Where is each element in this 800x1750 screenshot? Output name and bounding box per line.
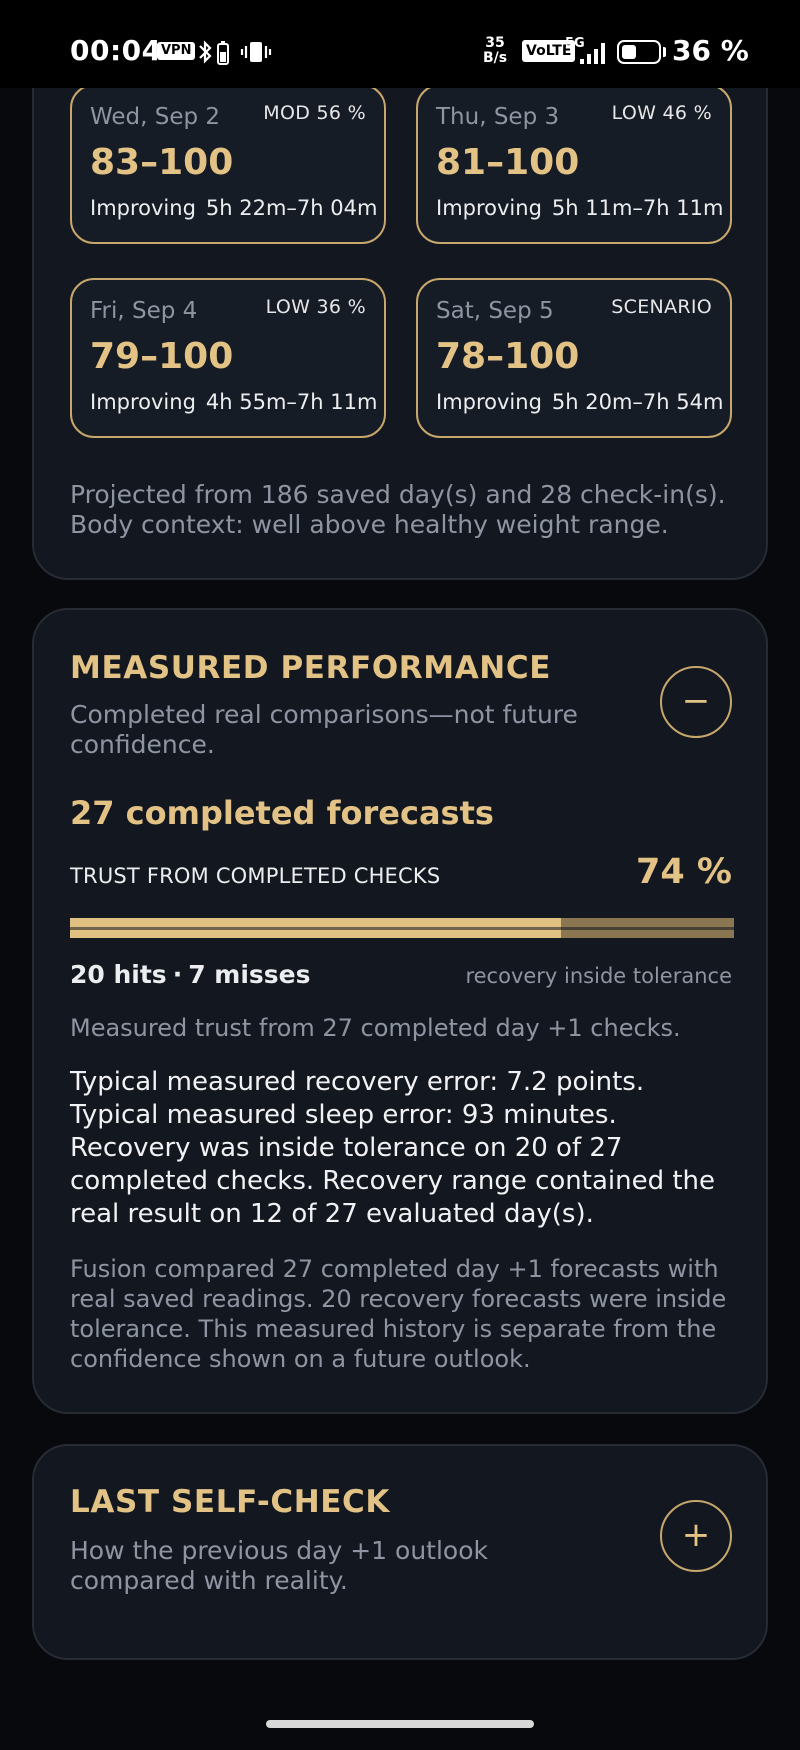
hits-misses-summary: 20 hits · 7 misses: [70, 960, 311, 989]
outlook-day-tile[interactable]: Wed, Sep 2 MOD 56 % 83–100 Improving 5h 2…: [70, 84, 386, 244]
recovery-error-line: Typical measured recovery error: 7.2 poi…: [70, 1067, 645, 1097]
confidence-badge: LOW 36 %: [265, 296, 366, 318]
day-summary: Improving 4h 55m–7h 11m: [90, 390, 377, 414]
battery-tip: [663, 47, 666, 57]
vibrate-icon: [240, 40, 272, 69]
outlook-card: Wed, Sep 2 MOD 56 % 83–100 Improving 5h 2…: [32, 40, 768, 580]
headset-battery-icon: [216, 40, 230, 71]
network-speed: 35 B/s: [478, 36, 512, 66]
misses-count: 7 misses: [188, 960, 311, 989]
separator-dot: ·: [172, 960, 183, 989]
recovery-range: 78–100: [436, 336, 580, 377]
projection-note: Projected from 186 saved day(s) and 28 c…: [70, 480, 750, 540]
section-title: LAST SELF-CHECK: [70, 1484, 390, 1520]
trust-label: TRUST FROM COMPLETED CHECKS: [70, 864, 441, 888]
day-summary: Improving 5h 20m–7h 54m: [436, 390, 723, 414]
status-bar: 00:04 VPN 35 B/s VoLTE 5G 36 %: [0, 0, 800, 88]
day-date: Fri, Sep 4: [90, 298, 198, 324]
day-summary: Improving 5h 22m–7h 04m: [90, 196, 377, 220]
outlook-day-tile[interactable]: Fri, Sep 4 LOW 36 % 79–100 Improving 4h 5…: [70, 278, 386, 438]
fusion-explanation: Fusion compared 27 completed day +1 fore…: [70, 1255, 727, 1373]
trend-label: Improving: [90, 390, 196, 414]
signal-icon: [578, 42, 608, 64]
battery-icon: [617, 40, 661, 64]
outlook-day-tile[interactable]: Sat, Sep 5 SCENARIO 78–100 Improving 5h 2…: [416, 278, 732, 438]
recovery-range: 81–100: [436, 142, 580, 183]
trust-progress-divider: [70, 927, 734, 930]
sleep-error-line: Typical measured sleep error: 93 minutes…: [70, 1100, 617, 1130]
sleep-range: 4h 55m–7h 11m: [205, 390, 378, 414]
sleep-range: 5h 22m–7h 04m: [205, 196, 378, 220]
measured-trust-line: Measured trust from 27 completed day +1 …: [70, 1014, 681, 1042]
tolerance-note: recovery inside tolerance: [465, 964, 732, 988]
body-context: Body context: well above healthy weight …: [70, 510, 669, 539]
vpn-badge: VPN: [157, 42, 196, 60]
day-date: Sat, Sep 5: [436, 298, 554, 324]
tolerance-summary-line: Recovery was inside tolerance on 20 of 2…: [70, 1133, 716, 1229]
trust-progress-bar: [70, 918, 734, 938]
section-title: MEASURED PERFORMANCE: [70, 650, 551, 686]
network-speed-value: 35: [485, 35, 505, 51]
battery-percentage: 36 %: [672, 34, 749, 67]
outlook-day-tile[interactable]: Thu, Sep 3 LOW 46 % 81–100 Improving 5h 1…: [416, 84, 732, 244]
confidence-badge: LOW 46 %: [611, 102, 712, 124]
day-date: Wed, Sep 2: [90, 104, 221, 130]
section-description: How the previous day +1 outlook compared…: [70, 1536, 488, 1595]
collapse-button[interactable]: −: [660, 666, 732, 738]
bluetooth-icon: [197, 40, 213, 69]
day-date: Thu, Sep 3: [436, 104, 560, 130]
sleep-range: 5h 20m–7h 54m: [551, 390, 724, 414]
section-description: Completed real comparisons—not future co…: [70, 700, 578, 759]
network-speed-unit: B/s: [482, 50, 508, 66]
trust-percentage: 74 %: [636, 852, 732, 892]
typical-error-summary: Typical measured recovery error: 7.2 poi…: [70, 1066, 750, 1231]
hits-count: 20 hits: [70, 960, 167, 989]
last-self-check-card: LAST SELF-CHECK How the previous day +1 …: [32, 1444, 768, 1660]
measured-performance-card: MEASURED PERFORMANCE Completed real comp…: [32, 608, 768, 1414]
scenario-badge: SCENARIO: [611, 296, 712, 318]
trend-label: Improving: [436, 196, 542, 220]
completed-forecasts-count: 27 completed forecasts: [70, 794, 494, 832]
recovery-range: 83–100: [90, 142, 234, 183]
recovery-range: 79–100: [90, 336, 234, 377]
expand-button[interactable]: +: [660, 1500, 732, 1572]
projection-source: Projected from 186 saved day(s) and 28 c…: [70, 480, 726, 509]
status-time: 00:04: [70, 34, 162, 67]
trend-label: Improving: [90, 196, 196, 220]
trend-label: Improving: [436, 390, 542, 414]
day-summary: Improving 5h 11m–7h 11m: [436, 196, 723, 220]
sleep-range: 5h 11m–7h 11m: [551, 196, 724, 220]
home-indicator[interactable]: [266, 1720, 534, 1728]
confidence-badge: MOD 56 %: [263, 102, 366, 124]
